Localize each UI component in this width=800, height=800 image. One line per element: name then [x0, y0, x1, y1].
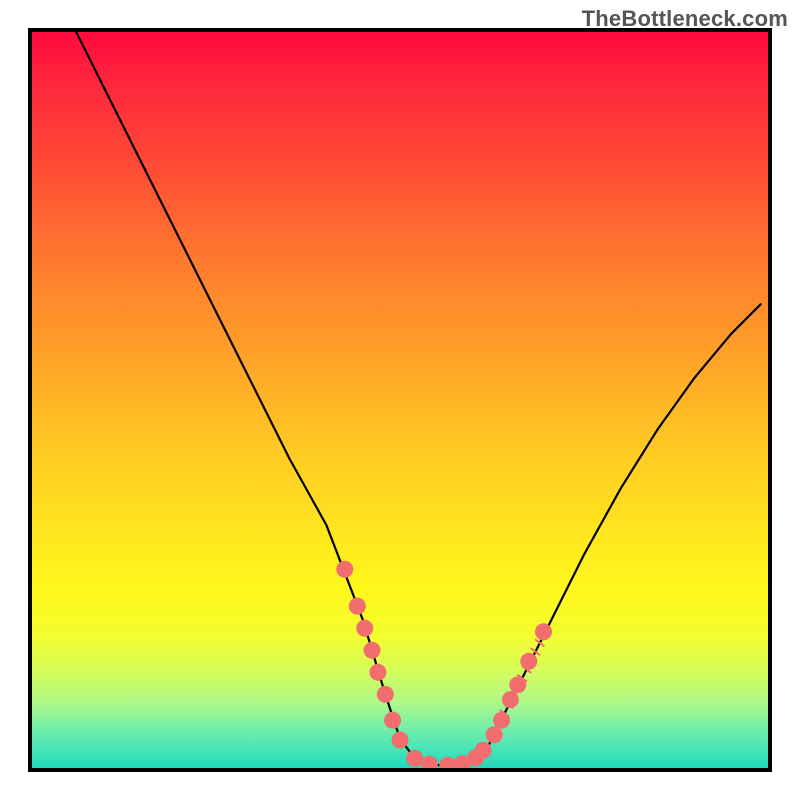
chart-stage: TheBottleneck.com	[0, 0, 800, 800]
plot-frame	[28, 28, 772, 772]
marker-dot	[356, 620, 373, 637]
marker-dot	[364, 642, 381, 659]
watermark-text: TheBottleneck.com	[582, 6, 788, 32]
marker-dot	[520, 653, 537, 670]
marker-dot	[384, 712, 401, 729]
highlighted-marker-group	[336, 561, 552, 768]
marker-dot	[535, 623, 552, 640]
marker-dot	[369, 664, 386, 681]
marker-dot	[475, 742, 492, 759]
marker-dot	[377, 686, 394, 703]
marker-dot	[439, 757, 456, 768]
curve-line	[76, 32, 760, 765]
marker-dot	[336, 561, 353, 578]
marker-dot	[493, 712, 510, 729]
marker-dot	[349, 598, 366, 615]
marker-dot	[502, 691, 519, 708]
marker-dot	[392, 732, 409, 749]
marker-dot	[509, 676, 526, 693]
marker-dot	[421, 756, 438, 768]
marker-dot	[406, 750, 423, 767]
marker-dot	[486, 726, 503, 743]
chart-overlay	[32, 32, 768, 768]
